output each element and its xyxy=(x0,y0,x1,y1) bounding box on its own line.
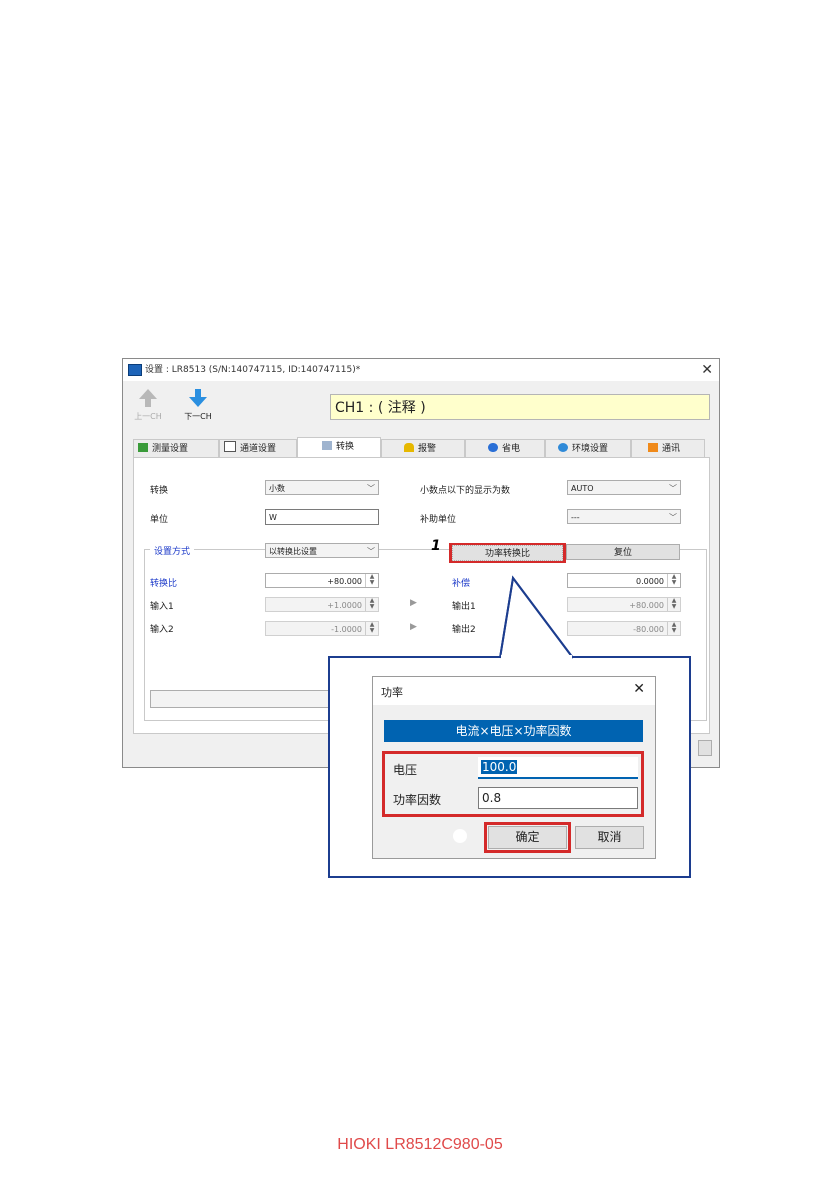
spin-arrows-icon: ▲ ▼ xyxy=(365,622,378,635)
arrow-up-icon xyxy=(139,389,157,407)
power-factor-input[interactable]: 0.8 xyxy=(478,787,638,809)
step-marker-3 xyxy=(453,829,467,843)
tab-power-save[interactable]: 省电 xyxy=(465,439,545,457)
tab-label: 通道设置 xyxy=(240,444,277,454)
chevron-down-icon: ﹀ xyxy=(669,484,677,493)
unit-input[interactable]: W xyxy=(265,509,379,525)
arrow-down-icon xyxy=(189,389,207,407)
aux-unit-label: 补助单位 xyxy=(420,515,457,525)
chevron-down-icon: ﹀ xyxy=(367,547,375,556)
spin-arrows-icon[interactable]: ▲ ▼ xyxy=(667,574,680,587)
input1-value: +1.0000 xyxy=(327,601,362,610)
spin-arrows-icon[interactable]: ▲ ▼ xyxy=(365,574,378,587)
power-factor-label: 功率因数 xyxy=(393,793,442,807)
aux-unit-value: --- xyxy=(571,513,580,522)
measure-icon xyxy=(138,443,148,452)
input2-label: 输入2 xyxy=(150,625,174,635)
aux-unit-select[interactable]: --- ﹀ xyxy=(567,509,681,524)
dialog-title-bar: 功率 ✕ xyxy=(373,677,655,705)
check-icon xyxy=(224,441,236,452)
tab-label: 转换 xyxy=(336,442,355,452)
formula-bar: 电流×电压×功率因数 xyxy=(384,720,643,742)
tab-environment[interactable]: 环境设置 xyxy=(545,439,631,457)
callout-pointer-lines xyxy=(499,575,574,660)
power-dialog: 功率 ✕ 电流×电压×功率因数 电压 100.0 功率因数 0.8 确定 取消 xyxy=(372,676,656,859)
offset-value: 0.0000 xyxy=(636,577,664,586)
input2-value: -1.0000 xyxy=(331,625,362,634)
conversion-value: 小数 xyxy=(269,484,285,493)
tab-label: 环境设置 xyxy=(572,444,609,454)
status-field xyxy=(150,690,332,708)
globe-icon xyxy=(558,443,568,452)
channel-comment[interactable]: CH1 : ( 注释 ) xyxy=(330,394,710,420)
output2-field: -80.000 ▲ ▼ xyxy=(567,621,681,636)
calculator-icon xyxy=(322,441,332,450)
dialog-title: 功率 xyxy=(381,686,403,699)
arrow-right-icon: ▶ xyxy=(410,622,417,632)
chevron-down-icon: ﹀ xyxy=(669,513,677,522)
arrow-right-icon: ▶ xyxy=(410,598,417,608)
method-label: 设置方式 xyxy=(150,544,195,557)
input1-label: 输入1 xyxy=(150,602,174,612)
decimal-value: AUTO xyxy=(571,484,594,493)
tab-alarm[interactable]: 报警 xyxy=(381,439,465,457)
ratio-input[interactable]: +80.000 ▲ ▼ xyxy=(265,573,379,588)
output1-value: +80.000 xyxy=(629,601,664,610)
tab-label: 省电 xyxy=(502,444,521,454)
ok-button[interactable]: 确定 xyxy=(488,826,567,849)
power-ratio-button[interactable]: 功率转换比 xyxy=(452,545,563,561)
footer-doc-id: HIOKI LR8512C980-05 xyxy=(337,1136,503,1153)
reset-button[interactable]: 复位 xyxy=(566,544,680,560)
unit-label: 单位 xyxy=(150,515,169,525)
close-icon[interactable]: ✕ xyxy=(633,681,645,697)
tab-label: 通讯 xyxy=(662,444,681,454)
next-channel-button[interactable]: 下一CH xyxy=(181,387,215,422)
spin-arrows-icon: ▲ ▼ xyxy=(365,598,378,611)
decimal-select[interactable]: AUTO ﹀ xyxy=(567,480,681,495)
conversion-select[interactable]: 小数 ﹀ xyxy=(265,480,379,495)
cancel-button[interactable]: 取消 xyxy=(575,826,644,849)
tab-convert[interactable]: 转换 xyxy=(297,437,381,457)
tab-label: 报警 xyxy=(418,444,437,454)
method-select[interactable]: 以转换比设置 ﹀ xyxy=(265,543,379,558)
spin-arrows-icon: ▲ ▼ xyxy=(667,598,680,611)
voltage-value: 100.0 xyxy=(481,760,518,774)
ratio-label: 转换比 xyxy=(150,579,178,589)
bell-icon xyxy=(404,443,414,452)
input1-field: +1.0000 ▲ ▼ xyxy=(265,597,379,612)
voltage-input[interactable]: 100.0 xyxy=(478,757,638,779)
voltage-label: 电压 xyxy=(393,763,418,777)
ratio-value: +80.000 xyxy=(327,577,362,586)
tab-communication[interactable]: 通讯 xyxy=(631,439,705,457)
next-channel-label: 下一CH xyxy=(184,412,212,421)
tab-measure[interactable]: 测量设置 xyxy=(133,439,219,457)
window-button-edge[interactable] xyxy=(698,740,712,756)
bluetooth-icon xyxy=(488,443,498,452)
output2-value: -80.000 xyxy=(633,625,664,634)
tab-channel[interactable]: 通道设置 xyxy=(219,439,297,457)
tab-bar: 测量设置 通道设置 转换 报警 省电 环境设置 通讯 xyxy=(133,437,705,457)
chevron-down-icon: ﹀ xyxy=(367,484,375,493)
app-icon xyxy=(128,364,142,376)
method-value: 以转换比设置 xyxy=(269,547,317,556)
input2-field: -1.0000 ▲ ▼ xyxy=(265,621,379,636)
tab-label: 测量设置 xyxy=(152,444,189,454)
close-icon[interactable]: ✕ xyxy=(701,359,713,381)
prev-channel-button[interactable]: 上一CH xyxy=(131,387,165,422)
offset-input[interactable]: 0.0000 ▲ ▼ xyxy=(567,573,681,588)
power-ratio-button-highlight: 功率转换比 xyxy=(449,543,566,563)
output1-field: +80.000 ▲ ▼ xyxy=(567,597,681,612)
prev-channel-label: 上一CH xyxy=(134,412,162,421)
rss-icon xyxy=(648,443,658,452)
conversion-label: 转换 xyxy=(150,486,169,496)
decimal-label: 小数点以下的显示为数 xyxy=(420,486,511,496)
window-title: 设置 : LR8513 (S/N:140747115, ID:140747115… xyxy=(145,365,361,375)
spin-arrows-icon: ▲ ▼ xyxy=(667,622,680,635)
title-bar: 设置 : LR8513 (S/N:140747115, ID:140747115… xyxy=(123,359,719,381)
step-number-1: 1 xyxy=(431,538,441,554)
